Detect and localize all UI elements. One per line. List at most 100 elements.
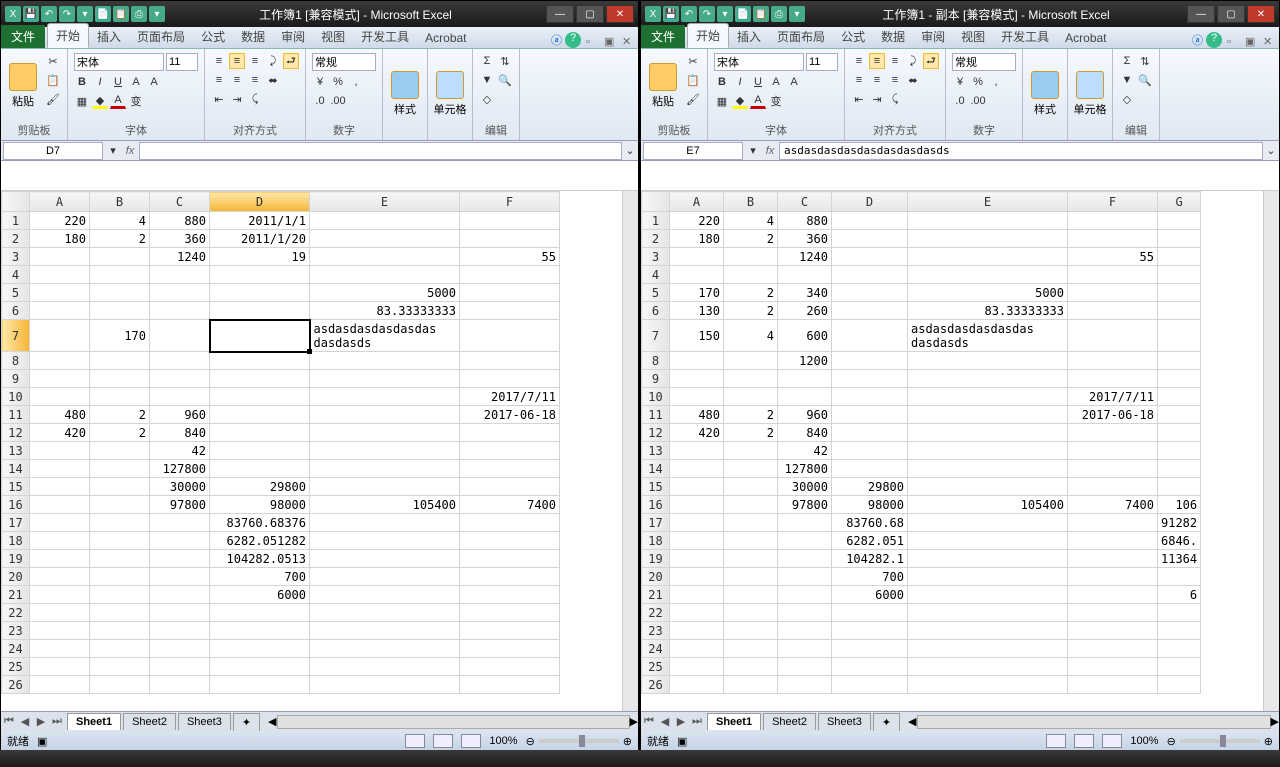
font-size-combo[interactable]: 11 (166, 53, 198, 71)
normal-view-icon[interactable] (1046, 734, 1066, 748)
first-sheet-icon[interactable]: ⏮ (641, 715, 657, 728)
cell-C11[interactable]: 960 (778, 406, 832, 424)
indent-dec-icon[interactable]: ⇤ (211, 91, 227, 107)
review-tab[interactable]: 审阅 (273, 25, 313, 48)
insert-tab[interactable]: 插入 (89, 25, 129, 48)
cell-D21[interactable]: 6000 (210, 586, 310, 604)
cell-A10[interactable] (30, 388, 90, 406)
inc-decimal-icon[interactable]: .0 (952, 93, 968, 109)
dec-decimal-icon[interactable]: .00 (970, 93, 986, 109)
last-sheet-icon[interactable]: ⏭ (689, 715, 705, 728)
layout-view-icon[interactable] (433, 734, 453, 748)
cell-C20[interactable] (778, 568, 832, 586)
qat-icon[interactable]: 📋 (113, 6, 129, 22)
cell-A14[interactable] (30, 460, 90, 478)
cell-C13[interactable]: 42 (150, 442, 210, 460)
horizontal-scrollbar[interactable]: ◀▶ (908, 715, 1279, 729)
cell-F12[interactable] (460, 424, 560, 442)
cell-C18[interactable] (150, 532, 210, 550)
cell-D7[interactable] (832, 320, 908, 352)
styles-button[interactable]: 样式 (387, 51, 423, 137)
row-header-24[interactable]: 24 (642, 640, 670, 658)
cell-F23[interactable] (1068, 622, 1158, 640)
cell-B23[interactable] (724, 622, 778, 640)
cell-B8[interactable] (90, 352, 150, 370)
cell-C8[interactable]: 1200 (778, 352, 832, 370)
qat-icon[interactable]: 📄 (735, 6, 751, 22)
dev-tab[interactable]: 开发工具 (993, 25, 1057, 48)
cell-F17[interactable] (1068, 514, 1158, 532)
acrobat-tab[interactable]: Acrobat (1057, 28, 1114, 48)
cell-D9[interactable] (210, 370, 310, 388)
cell-D16[interactable]: 98000 (832, 496, 908, 514)
cell-A13[interactable] (30, 442, 90, 460)
cell-B4[interactable] (724, 266, 778, 284)
styles-button[interactable]: 样式 (1027, 51, 1063, 137)
col-header-F[interactable]: F (460, 192, 560, 212)
cell-C20[interactable] (150, 568, 210, 586)
find-icon[interactable]: 🔍 (1137, 72, 1153, 88)
cell-B1[interactable]: 4 (90, 212, 150, 230)
col-header-F[interactable]: F (1068, 192, 1158, 212)
formulas-tab[interactable]: 公式 (193, 25, 233, 48)
cell-C21[interactable] (150, 586, 210, 604)
cell-C24[interactable] (150, 640, 210, 658)
zoom-in-icon[interactable]: ⊕ (623, 735, 632, 748)
cell-E24[interactable] (908, 640, 1068, 658)
qat-icon[interactable]: ⎙ (771, 6, 787, 22)
cell-E23[interactable] (908, 622, 1068, 640)
grow-font-icon[interactable]: A (128, 74, 144, 90)
undo-icon[interactable]: ↶ (41, 6, 57, 22)
cell-B10[interactable] (724, 388, 778, 406)
cell-E21[interactable] (310, 586, 460, 604)
orient-icon[interactable]: ⤸ (905, 53, 921, 69)
qat-icon[interactable]: 📄 (95, 6, 111, 22)
font-size-combo[interactable]: 11 (806, 53, 838, 71)
clear-icon[interactable]: ◇ (479, 91, 495, 107)
cell-E19[interactable] (908, 550, 1068, 568)
zoom-level[interactable]: 100% (489, 735, 517, 747)
break-view-icon[interactable] (461, 734, 481, 748)
bold-button[interactable]: B (714, 74, 730, 90)
copy-icon[interactable]: 📋 (45, 72, 61, 88)
cell-B26[interactable] (90, 676, 150, 694)
cell-A17[interactable] (30, 514, 90, 532)
cell-B11[interactable]: 2 (724, 406, 778, 424)
home-tab[interactable]: 开始 (47, 23, 89, 48)
cell-F7[interactable] (1068, 320, 1158, 352)
cell-F20[interactable] (1068, 568, 1158, 586)
cell-G22[interactable] (1158, 604, 1201, 622)
cell-A2[interactable]: 180 (30, 230, 90, 248)
row-header-17[interactable]: 17 (2, 514, 30, 532)
row-header-6[interactable]: 6 (2, 302, 30, 320)
cell-C8[interactable] (150, 352, 210, 370)
name-dropdown-icon[interactable]: ▾ (745, 143, 761, 159)
cell-D22[interactable] (210, 604, 310, 622)
cell-E7[interactable]: asdasdasdasdasdasdasdasds (908, 320, 1068, 352)
cell-D11[interactable] (210, 406, 310, 424)
cell-E22[interactable] (310, 604, 460, 622)
macro-icon[interactable]: ▣ (677, 735, 687, 748)
row-header-4[interactable]: 4 (2, 266, 30, 284)
cell-C1[interactable]: 880 (778, 212, 832, 230)
undo-icon[interactable]: ↶ (681, 6, 697, 22)
cell-D17[interactable]: 83760.68 (832, 514, 908, 532)
name-box[interactable]: D7 (3, 142, 103, 160)
cell-E9[interactable] (908, 370, 1068, 388)
row-header-21[interactable]: 21 (2, 586, 30, 604)
row-header-19[interactable]: 19 (2, 550, 30, 568)
cell-G25[interactable] (1158, 658, 1201, 676)
row-header-16[interactable]: 16 (642, 496, 670, 514)
cell-F24[interactable] (460, 640, 560, 658)
row-header-1[interactable]: 1 (642, 212, 670, 230)
row-header-13[interactable]: 13 (2, 442, 30, 460)
align-top-icon[interactable]: ≡ (851, 53, 867, 69)
cell-C4[interactable] (150, 266, 210, 284)
cell-A26[interactable] (30, 676, 90, 694)
cell-A17[interactable] (670, 514, 724, 532)
zoom-level[interactable]: 100% (1130, 735, 1158, 747)
cell-D12[interactable] (210, 424, 310, 442)
cell-D15[interactable]: 29800 (210, 478, 310, 496)
cell-E10[interactable] (908, 388, 1068, 406)
cell-E13[interactable] (908, 442, 1068, 460)
